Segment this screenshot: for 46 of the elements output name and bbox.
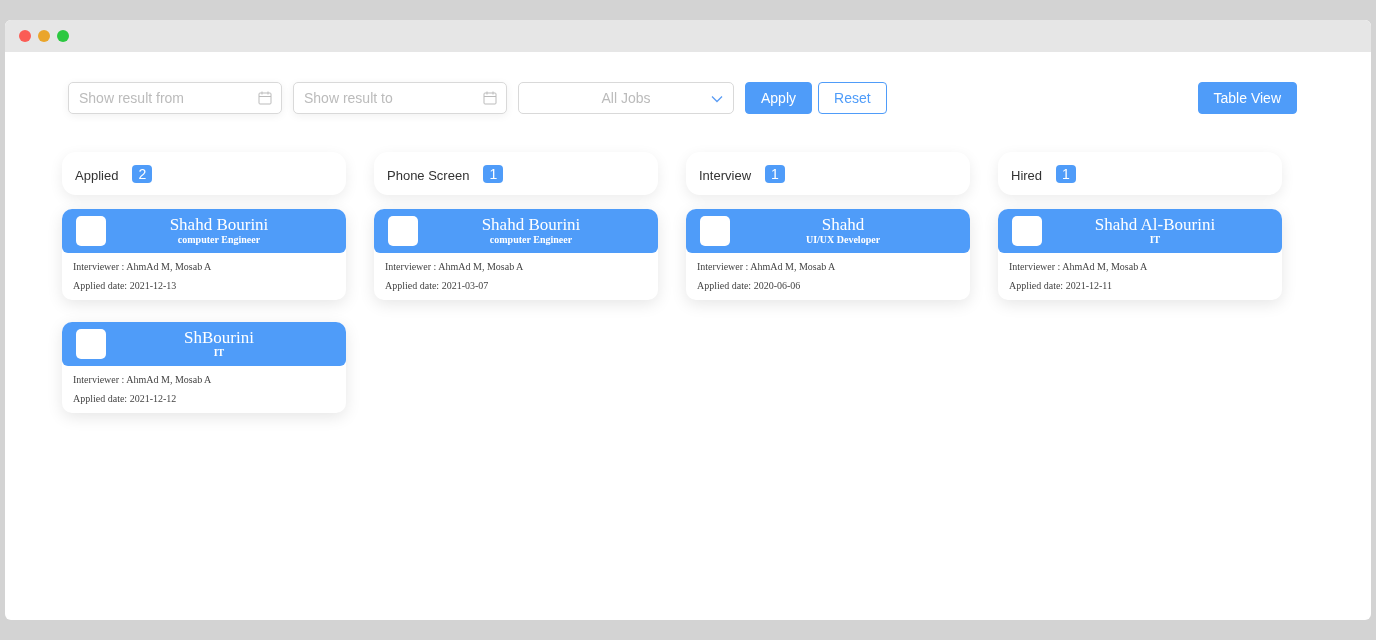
candidate-name: Shahd Bourini bbox=[481, 216, 581, 234]
avatar-placeholder bbox=[76, 216, 106, 246]
chevron-down-icon bbox=[711, 95, 723, 103]
count-badge: 1 bbox=[483, 164, 504, 183]
candidate-card[interactable]: Shahd Al-Bourini IT Interviewer : AhmAd M, Mosab A Applied date: 2021-12-11 bbox=[998, 209, 1282, 300]
count-badge: 2 bbox=[132, 164, 153, 183]
candidate-card[interactable]: Shahd Bourini computer Engineer Interviewer : AhmAd M, Mosab A Applied date: 2021-03-07 bbox=[374, 209, 658, 300]
avatar-placeholder bbox=[700, 216, 730, 246]
interviewer-text: Interviewer : AhmAd M, Mosab A bbox=[1009, 261, 1149, 272]
column-title: Phone Screen bbox=[387, 168, 470, 183]
minimize-icon[interactable] bbox=[38, 30, 50, 42]
date-from-field[interactable]: Show result from bbox=[68, 82, 282, 114]
avatar-placeholder bbox=[1012, 216, 1042, 246]
date-to-field[interactable]: Show result to bbox=[293, 82, 507, 114]
interviewer-text: Interviewer : AhmAd M, Mosab A bbox=[73, 261, 213, 272]
avatar-placeholder bbox=[76, 329, 106, 359]
applied-date: Applied date: 2021-12-11 bbox=[1009, 280, 1113, 291]
interviewer-text: Interviewer : AhmAd M, Mosab A bbox=[385, 261, 525, 272]
count-badge: 1 bbox=[765, 164, 785, 183]
candidate-card[interactable]: Shahd UI/UX Developer Interviewer : AhmAd M, Mosab A Applied date: 2020-06-06 bbox=[686, 209, 970, 300]
interviewer-text: Interviewer : AhmAd M, Mosab A bbox=[73, 374, 213, 385]
avatar-placeholder bbox=[388, 216, 418, 246]
candidate-card[interactable]: Shahd Bourini computer Engineer Interviewer : AhmAd M, Mosab A Applied date: 2021-12-13 bbox=[62, 209, 346, 300]
calendar-icon bbox=[258, 91, 272, 105]
candidate-name: Shahd bbox=[821, 216, 865, 234]
column-title: Interview bbox=[699, 168, 752, 183]
applied-date: Applied date: 2020-06-06 bbox=[697, 280, 802, 291]
candidate-role: IT bbox=[1149, 234, 1161, 246]
calendar-icon bbox=[483, 91, 497, 105]
maximize-icon[interactable] bbox=[57, 30, 69, 42]
applied-date: Applied date: 2021-03-07 bbox=[385, 280, 490, 291]
candidate-role: computer Engineer bbox=[489, 234, 573, 246]
applied-date: Applied date: 2021-12-12 bbox=[73, 393, 178, 404]
interviewer-text: Interviewer : AhmAd M, Mosab A bbox=[697, 261, 837, 272]
close-icon[interactable] bbox=[19, 30, 31, 42]
candidate-role: IT bbox=[213, 347, 225, 359]
column-title: Hired bbox=[1011, 168, 1043, 183]
column-title: Applied bbox=[75, 168, 119, 183]
candidate-name: Shahd Al-Bourini bbox=[1094, 216, 1216, 234]
applied-date: Applied date: 2021-12-13 bbox=[73, 280, 178, 291]
candidate-name: Shahd Bourini bbox=[169, 216, 269, 234]
count-badge: 1 bbox=[1056, 164, 1076, 183]
candidate-name: ShBourini bbox=[184, 329, 254, 347]
candidate-role: computer Engineer bbox=[177, 234, 261, 246]
candidate-card[interactable]: ShBourini IT Interviewer : AhmAd M, Mosab A Applied date: 2021-12-12 bbox=[62, 322, 346, 413]
candidate-role: UI/UX Developer bbox=[805, 234, 881, 246]
